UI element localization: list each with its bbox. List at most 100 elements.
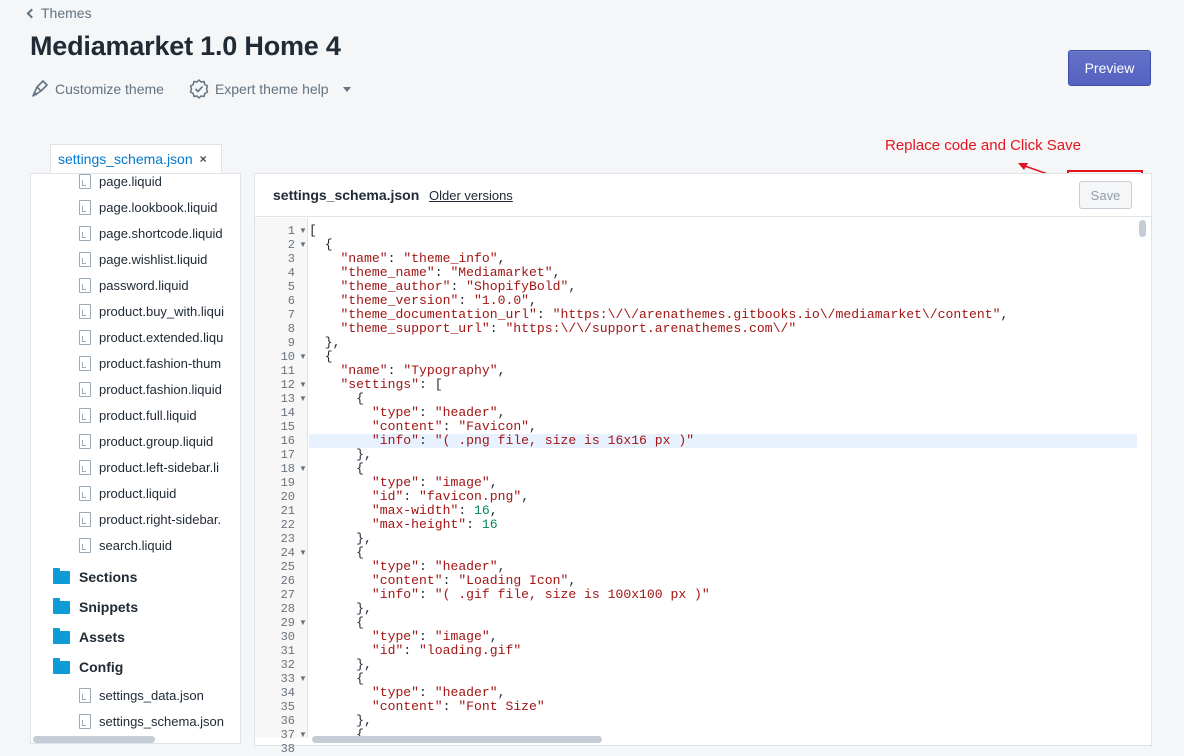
code-line: "max-width": 16, xyxy=(371,503,498,518)
file-list-item[interactable]: settings_schema.json xyxy=(79,711,224,731)
file-name: page.wishlist.liquid xyxy=(99,251,208,267)
file-name: product.fashion-thum xyxy=(99,355,222,371)
preview-button[interactable]: Preview xyxy=(1068,50,1151,86)
file-list-item[interactable]: product.left-sidebar.li xyxy=(79,457,219,477)
fold-arrow-icon[interactable]: ▼ xyxy=(299,392,307,406)
folder-config[interactable]: Config xyxy=(53,657,123,677)
code-line: "type": "image", xyxy=(371,629,498,644)
fold-arrow-icon[interactable]: ▼ xyxy=(299,616,307,630)
file-list-item[interactable]: product.right-sidebar. xyxy=(79,509,221,529)
editor-header: settings_schema.json Older versions Save xyxy=(255,174,1151,217)
file-list-item[interactable]: page.lookbook.liquid xyxy=(79,197,218,217)
folder-icon xyxy=(53,567,70,584)
sidebar-horizontal-scrollbar[interactable] xyxy=(33,736,155,743)
folder-sections[interactable]: Sections xyxy=(53,567,137,587)
file-list-item[interactable]: page.shortcode.liquid xyxy=(79,223,223,243)
line-number-gutter: 1 ▼ 2 ▼ 3 4 5 6 7 8 9 10 ▼ 11 12 ▼ 13 ▼ 14 15 16 17 18 ▼ 19 20 21 2… xyxy=(255,218,308,756)
file-list-item[interactable]: page.wishlist.liquid xyxy=(79,249,207,269)
file-list-item[interactable]: settings_data.json xyxy=(79,685,204,705)
code-line: "content": "Font Size" xyxy=(371,699,545,714)
line-number: 5 xyxy=(287,280,295,294)
fold-arrow-icon[interactable]: ▼ xyxy=(299,350,307,364)
file-icon xyxy=(79,303,91,319)
line-number: 19 xyxy=(280,476,295,490)
back-to-themes-link[interactable]: Themes xyxy=(26,5,92,21)
expert-theme-help-label: Expert theme help xyxy=(214,81,329,97)
folder-assets[interactable]: Assets xyxy=(53,627,125,647)
file-name: settings_schema.json xyxy=(99,713,225,729)
save-button[interactable]: Save xyxy=(1079,181,1132,209)
line-number: 24 xyxy=(280,546,295,560)
code-line: "content": "Loading Icon", xyxy=(371,573,577,588)
fold-arrow-icon[interactable]: ▼ xyxy=(299,672,307,686)
file-icon xyxy=(79,277,91,293)
folder-name: Assets xyxy=(79,629,125,645)
file-list-item[interactable]: product.fashion.liquid xyxy=(79,379,222,399)
code-line: "id": "favicon.png", xyxy=(371,489,530,504)
line-number: 6 xyxy=(287,294,295,308)
file-list-item[interactable]: product.group.liquid xyxy=(79,431,213,451)
line-number: 20 xyxy=(280,490,295,504)
back-link-label: Themes xyxy=(41,5,92,21)
file-list-item[interactable]: product.buy_with.liqui xyxy=(79,301,224,321)
line-number: 30 xyxy=(280,630,295,644)
code-line: }, xyxy=(309,335,341,350)
file-list-item[interactable]: page.liquid xyxy=(79,174,162,191)
folder-snippets[interactable]: Snippets xyxy=(53,597,138,617)
fold-arrow-icon[interactable]: ▼ xyxy=(299,728,307,742)
file-icon xyxy=(79,407,91,423)
older-versions-link[interactable]: Older versions xyxy=(429,188,513,203)
file-icon xyxy=(79,199,91,215)
code-line: "settings": [ xyxy=(340,377,443,392)
code-line: "type": "header", xyxy=(371,559,506,574)
line-number: 14 xyxy=(280,406,295,420)
folder-name: Sections xyxy=(79,569,138,585)
file-list-item[interactable]: product.full.liquid xyxy=(79,405,197,425)
code-line: }, xyxy=(309,447,372,462)
line-number: 23 xyxy=(280,532,295,546)
file-list-item[interactable]: product.extended.liqu xyxy=(79,327,223,347)
line-number: 36 xyxy=(280,714,295,728)
file-name: product.group.liquid xyxy=(99,433,214,449)
line-number: 16 xyxy=(280,434,295,448)
expert-theme-help-button[interactable]: Expert theme help xyxy=(188,78,351,100)
line-number: 26 xyxy=(280,574,295,588)
file-icon xyxy=(79,355,91,371)
file-list-item[interactable]: search.liquid xyxy=(79,535,172,555)
fold-arrow-icon[interactable]: ▼ xyxy=(299,224,307,238)
file-icon xyxy=(79,225,91,241)
file-icon xyxy=(79,511,91,527)
customize-theme-button[interactable]: Customize theme xyxy=(30,78,164,100)
fold-arrow-icon[interactable]: ▼ xyxy=(299,378,307,392)
line-number: 35 xyxy=(280,700,295,714)
code-line: { xyxy=(309,391,365,406)
file-list-item[interactable]: product.liquid xyxy=(79,483,176,503)
file-name: product.full.liquid xyxy=(99,407,197,423)
line-number: 22 xyxy=(280,518,295,532)
code-text-area[interactable]: [ { "name": "theme_info", "theme_name": … xyxy=(309,218,1137,738)
brush-icon xyxy=(32,80,48,97)
editor-horizontal-scrollbar[interactable] xyxy=(312,736,602,743)
line-number: 28 xyxy=(280,602,295,616)
code-line: "theme_documentation_url": "https:\/\/ar… xyxy=(340,307,1009,322)
file-name: product.fashion.liquid xyxy=(99,381,222,397)
file-list-item[interactable]: password.liquid xyxy=(79,275,189,295)
line-number: 38 xyxy=(280,742,295,756)
theme-actions: Customize theme Expert theme help xyxy=(30,78,351,100)
caret-down-icon xyxy=(342,86,351,92)
customize-theme-label: Customize theme xyxy=(55,81,164,97)
folder-icon xyxy=(53,627,70,644)
code-line: "max-height": 16 xyxy=(371,517,498,532)
code-line: "id": "loading.gif" xyxy=(371,643,522,658)
file-list-item[interactable]: product.fashion-thum xyxy=(79,353,221,373)
code-line: "theme_author": "ShopifyBold", xyxy=(340,279,577,294)
close-icon[interactable]: × xyxy=(200,152,207,166)
fold-arrow-icon[interactable]: ▼ xyxy=(299,546,307,560)
open-file-tab[interactable]: settings_schema.json × xyxy=(50,144,222,173)
code-line: { xyxy=(309,237,333,252)
fold-arrow-icon[interactable]: ▼ xyxy=(299,238,307,252)
fold-arrow-icon[interactable]: ▼ xyxy=(299,462,307,476)
editor-vertical-scrollbar[interactable] xyxy=(1139,220,1146,237)
code-line: "theme_version": "1.0.0", xyxy=(340,293,537,308)
chevron-left-icon xyxy=(26,8,37,19)
